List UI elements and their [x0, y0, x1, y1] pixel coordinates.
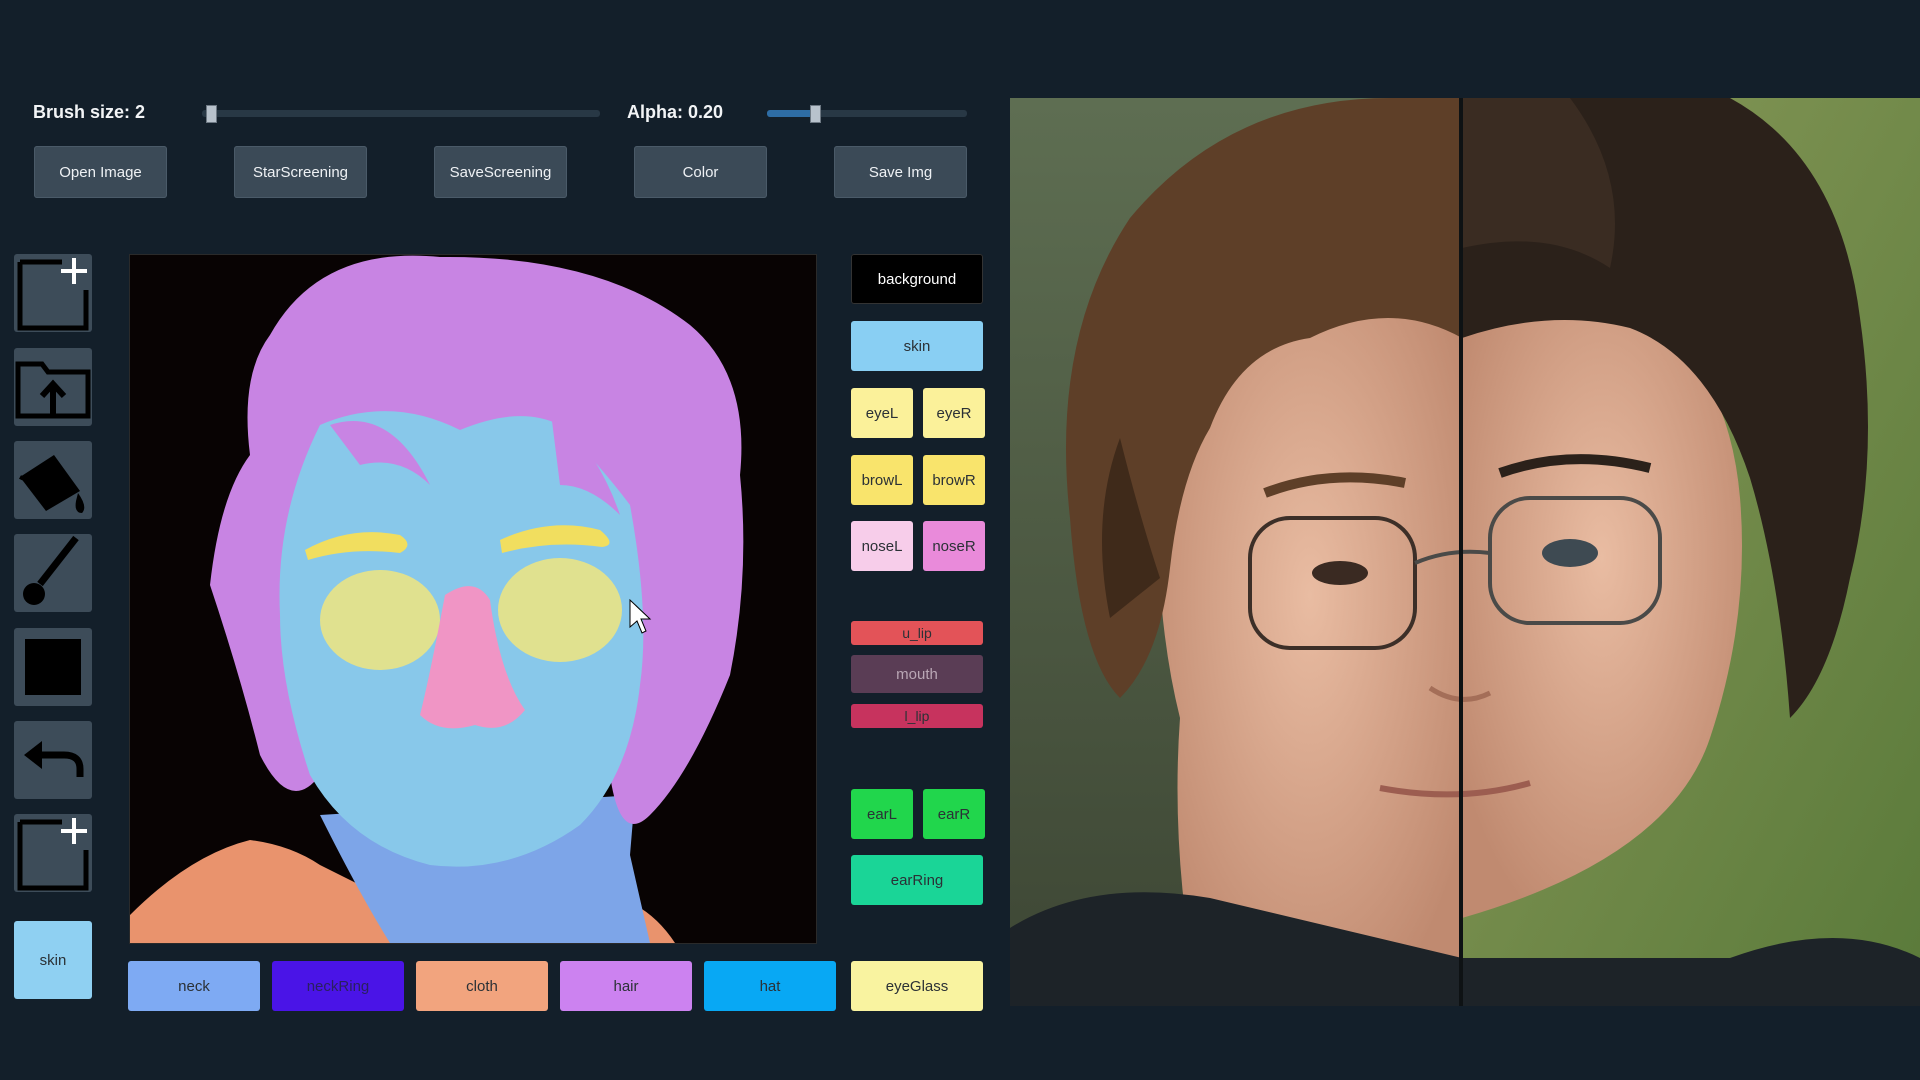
label-noseR[interactable]: noseR [923, 521, 985, 571]
undo-tool[interactable] [14, 721, 92, 799]
alpha-label: Alpha: 0.20 [627, 102, 724, 122]
label-u-lip-text: u_lip [902, 625, 932, 641]
undo-icon [24, 741, 84, 777]
label-earR[interactable]: earR [923, 789, 985, 839]
label-neckRing[interactable]: neckRing [272, 961, 404, 1011]
label-cloth-text: cloth [466, 977, 498, 995]
new-file-icon [17, 818, 89, 891]
brush-tool[interactable] [14, 534, 92, 612]
label-hair-text: hair [613, 977, 639, 995]
label-mouth[interactable]: mouth [851, 655, 983, 693]
star-screening-button[interactable]: StarScreening [234, 146, 367, 198]
label-noseL[interactable]: noseL [851, 521, 913, 571]
rectangle-icon [25, 639, 81, 695]
label-earRing[interactable]: earRing [851, 855, 983, 905]
label-neck-text: neck [178, 977, 210, 995]
label-eyeR[interactable]: eyeR [923, 388, 985, 438]
new-mask-tool[interactable] [14, 254, 92, 332]
label-skin-text: skin [903, 337, 931, 355]
label-l-lip-text: l_lip [904, 708, 930, 724]
label-eyeR-text: eyeR [936, 404, 972, 422]
brush-size-label: Brush size: 2 [33, 102, 146, 122]
label-background-text: background [877, 270, 957, 288]
open-image-button[interactable]: Open Image [34, 146, 167, 198]
label-neck[interactable]: neck [128, 961, 260, 1011]
label-earL[interactable]: earL [851, 789, 913, 839]
label-l-lip[interactable]: l_lip [851, 704, 983, 728]
save-screening-button[interactable]: SaveScreening [434, 146, 567, 198]
alpha-slider-thumb[interactable] [810, 105, 821, 123]
label-eyeGlass-text: eyeGlass [885, 977, 949, 995]
label-earRing-text: earRing [890, 871, 944, 889]
label-browL[interactable]: browL [851, 455, 913, 505]
brush-size-slider-thumb[interactable] [206, 105, 217, 123]
brush-icon [23, 535, 79, 605]
label-hat[interactable]: hat [704, 961, 836, 1011]
label-noseL-text: noseL [861, 537, 903, 555]
label-eyeL[interactable]: eyeL [851, 388, 913, 438]
open-folder-tool[interactable] [14, 348, 92, 426]
label-background[interactable]: background [851, 254, 983, 304]
generated-portrait [1010, 98, 1920, 1006]
label-mouth-text: mouth [896, 665, 938, 683]
current-label-swatch: skin [14, 921, 92, 999]
alpha-slider[interactable] [767, 105, 967, 123]
current-label-text: skin [39, 951, 67, 969]
label-browR[interactable]: browR [923, 455, 985, 505]
fill-tool[interactable] [14, 441, 92, 519]
result-image [1010, 98, 1920, 1006]
label-skin[interactable]: skin [851, 321, 983, 371]
label-neckRing-text: neckRing [306, 977, 370, 995]
fill-bucket-icon [19, 455, 85, 513]
label-eyeL-text: eyeL [865, 404, 899, 422]
label-earL-text: earL [866, 805, 898, 823]
upload-folder-icon [15, 361, 91, 419]
label-earR-text: earR [937, 805, 971, 823]
rectangle-tool[interactable] [14, 628, 92, 706]
label-eyeGlass[interactable]: eyeGlass [851, 961, 983, 1011]
new-layer-tool[interactable] [14, 814, 92, 892]
segmentation-mask [130, 255, 744, 943]
label-cloth[interactable]: cloth [416, 961, 548, 1011]
save-img-button[interactable]: Save Img [834, 146, 967, 198]
new-file-icon [17, 258, 89, 331]
label-hat-text: hat [759, 977, 781, 995]
color-button[interactable]: Color [634, 146, 767, 198]
label-hair[interactable]: hair [560, 961, 692, 1011]
label-browR-text: browR [932, 471, 976, 489]
label-browL-text: browL [861, 471, 903, 489]
alpha-slider-fill [767, 110, 815, 117]
brush-size-slider[interactable] [202, 105, 600, 123]
label-noseR-text: noseR [932, 537, 976, 555]
segmentation-canvas[interactable] [129, 254, 817, 944]
label-u-lip[interactable]: u_lip [851, 621, 983, 645]
